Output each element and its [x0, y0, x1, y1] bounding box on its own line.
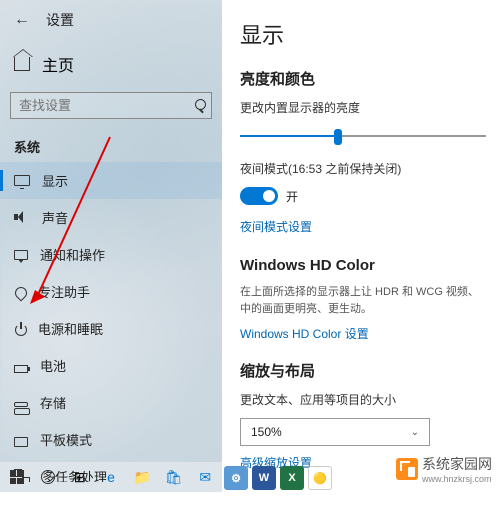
nightlight-label: 夜间模式(16:53 之前保持关闭): [240, 160, 486, 177]
watermark-url: www.hnzkrsj.com: [422, 474, 492, 484]
home-nav[interactable]: 主页: [0, 44, 222, 84]
excel-icon[interactable]: X: [280, 466, 304, 490]
scale-label: 更改文本、应用等项目的大小: [240, 391, 486, 408]
hdcolor-desc: 在上面所选择的显示器上让 HDR 和 WCG 视频、中的画面更明亮、更生动。: [240, 284, 486, 317]
chrome-icon[interactable]: 🟡: [308, 466, 332, 490]
nav-sound[interactable]: 声音: [0, 199, 222, 236]
chevron-down-icon: ⌄: [411, 427, 419, 438]
hdcolor-heading: Windows HD Color: [240, 257, 486, 274]
category-heading: 系统: [0, 127, 222, 162]
nav-tablet[interactable]: 平板模式: [0, 421, 222, 458]
nav-display[interactable]: 显示: [0, 162, 222, 199]
power-icon: [15, 324, 27, 336]
watermark-text: 系统家园网: [422, 454, 492, 474]
notify-icon: [14, 250, 28, 260]
nightlight-toggle[interactable]: 开: [240, 187, 298, 205]
search-box[interactable]: [10, 92, 212, 119]
nav-notifications[interactable]: 通知和操作: [0, 236, 222, 273]
nav-label: 存储: [40, 393, 66, 412]
nav-power[interactable]: 电源和睡眠: [0, 310, 222, 347]
nightlight-settings-link[interactable]: 夜间模式设置: [240, 218, 486, 235]
watermark: 系统家园网 www.hnzkrsj.com: [396, 454, 492, 484]
brightness-label: 更改内置显示器的亮度: [240, 99, 486, 116]
nav-battery[interactable]: 电池: [0, 347, 222, 384]
nav-label: 电源和睡眠: [38, 319, 103, 338]
word-icon[interactable]: W: [252, 466, 276, 490]
nav-focus[interactable]: 专注助手: [0, 273, 222, 310]
storage-icon: [14, 402, 28, 407]
display-icon: [14, 175, 30, 186]
brightness-heading: 亮度和颜色: [240, 68, 486, 89]
search-input[interactable]: [19, 98, 195, 113]
nav-label: 通知和操作: [40, 245, 105, 264]
nav-multitask[interactable]: 多任务处理: [0, 458, 222, 482]
tablet-icon: [14, 437, 28, 447]
settings-app-icon[interactable]: ⚙: [224, 466, 248, 490]
page-title: 显示: [240, 18, 486, 50]
back-button[interactable]: ←: [14, 11, 30, 29]
nav-label: 多任务处理: [42, 467, 107, 482]
main-content: 显示 亮度和颜色 更改内置显示器的亮度 夜间模式(16:53 之前保持关闭) 开…: [222, 0, 500, 482]
nav-label: 电池: [40, 356, 66, 375]
scale-value: 150%: [251, 425, 282, 439]
nav-label: 声音: [42, 208, 68, 227]
scale-heading: 缩放与布局: [240, 360, 486, 381]
nav-label: 显示: [42, 171, 68, 190]
search-icon: [195, 99, 203, 113]
brightness-slider[interactable]: [240, 126, 486, 146]
toggle-state: 开: [286, 188, 298, 205]
sound-icon: [14, 210, 30, 226]
window-title: 设置: [46, 10, 74, 30]
battery-icon: [14, 365, 28, 373]
focus-icon: [13, 284, 30, 301]
hdcolor-link[interactable]: Windows HD Color 设置: [240, 325, 486, 342]
watermark-logo-icon: [396, 458, 418, 480]
multitask-icon: [14, 469, 30, 483]
nav-label: 专注助手: [38, 282, 90, 301]
nav-label: 平板模式: [40, 430, 92, 449]
settings-sidebar: ← 设置 主页 系统 显示 声音 通知和操作: [0, 0, 222, 482]
nav-storage[interactable]: 存储: [0, 384, 222, 421]
home-icon: [14, 57, 30, 71]
home-label: 主页: [42, 52, 74, 76]
scale-dropdown[interactable]: 150% ⌄: [240, 418, 430, 446]
app-icons-row: ⚙ W X 🟡: [224, 466, 332, 490]
toggle-switch-icon: [240, 187, 278, 205]
